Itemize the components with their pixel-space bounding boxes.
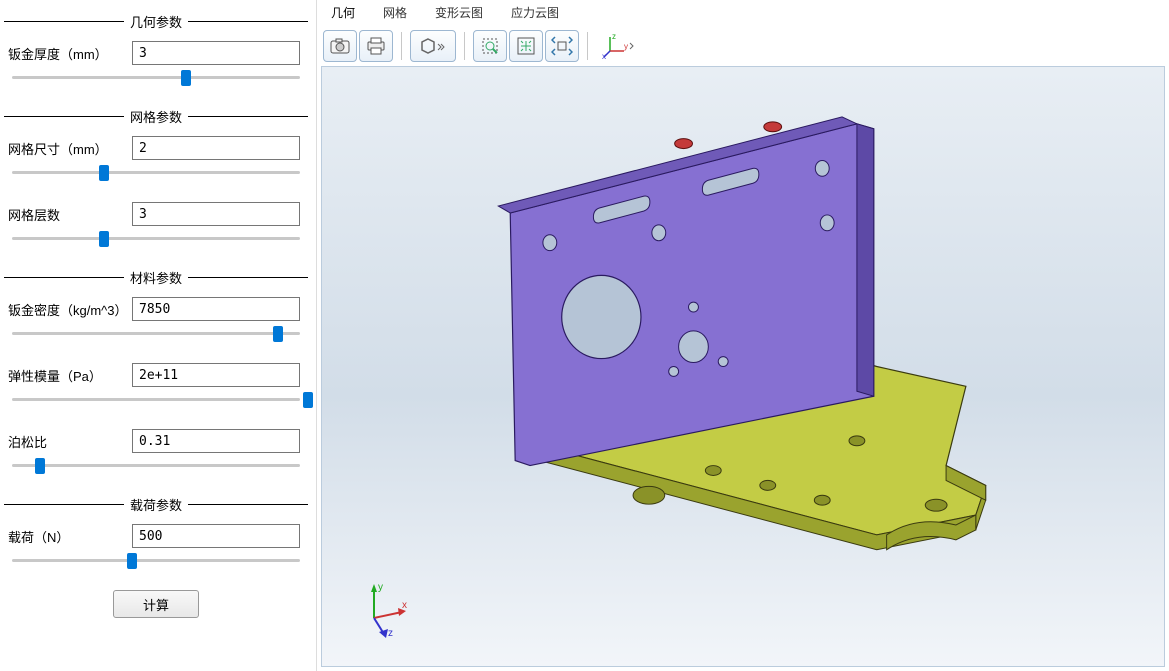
input-density[interactable] <box>132 297 300 321</box>
axis-triad-icon: z y x <box>602 33 636 59</box>
view-mode-button[interactable] <box>410 30 456 62</box>
3d-viewport[interactable]: y x z <box>321 66 1165 667</box>
zoom-window-button[interactable] <box>473 30 507 62</box>
calculate-button[interactable]: 计算 <box>113 590 199 618</box>
tab-stress[interactable]: 应力云图 <box>497 0 573 26</box>
tab-deform[interactable]: 变形云图 <box>421 0 497 26</box>
label-poisson: 泊松比 <box>4 432 132 451</box>
axis-gizmo: y x z <box>354 578 414 638</box>
slider-mesh-size[interactable] <box>4 162 308 184</box>
section-title-mesh: 网格参数 <box>124 107 188 126</box>
slider-youngs[interactable] <box>4 389 308 411</box>
svg-text:x: x <box>402 600 407 611</box>
print-button[interactable] <box>359 30 393 62</box>
tab-mesh[interactable]: 网格 <box>369 0 421 26</box>
slider-mesh-layers[interactable] <box>4 228 308 250</box>
input-poisson[interactable] <box>132 429 300 453</box>
label-load: 载荷（N） <box>4 527 132 546</box>
screenshot-button[interactable] <box>323 30 357 62</box>
viewer-toolbar: z y x <box>317 26 1169 66</box>
slider-density[interactable] <box>4 323 308 345</box>
fit-view-button[interactable] <box>509 30 543 62</box>
svg-text:z: z <box>388 628 393 638</box>
view-tabs: 几何 网格 变形云图 应力云图 <box>317 0 1169 26</box>
section-header-geometry: 几何参数 <box>4 12 308 31</box>
svg-text:y: y <box>624 42 628 51</box>
zoom-extents-button[interactable] <box>545 30 579 62</box>
svg-text:x: x <box>602 52 606 59</box>
parameters-panel: 几何参数 钣金厚度（mm） 网格参数 网格尺寸（mm） 网格层数 材料参 <box>0 0 316 671</box>
input-mesh-layers[interactable] <box>132 202 300 226</box>
svg-text:y: y <box>378 582 383 593</box>
section-header-material: 材料参数 <box>4 268 308 287</box>
slider-poisson[interactable] <box>4 455 308 477</box>
label-youngs: 弹性模量（Pa） <box>4 366 132 385</box>
section-title-geometry: 几何参数 <box>124 12 188 31</box>
zoom-window-icon <box>480 36 500 56</box>
hexagon-icon <box>419 37 447 55</box>
zoom-extents-icon <box>551 35 573 57</box>
viewer-panel: 几何 网格 变形云图 应力云图 <box>316 0 1169 671</box>
model-view <box>322 67 1164 666</box>
input-mesh-size[interactable] <box>132 136 300 160</box>
section-title-load: 载荷参数 <box>124 495 188 514</box>
slider-load[interactable] <box>4 550 308 572</box>
svg-text:z: z <box>612 33 616 41</box>
label-mesh-size: 网格尺寸（mm） <box>4 139 132 158</box>
fit-view-icon <box>516 36 536 56</box>
input-load[interactable] <box>132 524 300 548</box>
label-thickness: 钣金厚度（mm） <box>4 44 132 63</box>
input-youngs[interactable] <box>132 363 300 387</box>
axis-orientation-button[interactable]: z y x <box>596 30 642 62</box>
camera-icon <box>330 38 350 54</box>
label-density: 钣金密度（kg/m^3） <box>4 300 132 319</box>
section-header-load: 载荷参数 <box>4 495 308 514</box>
label-mesh-layers: 网格层数 <box>4 205 132 224</box>
section-title-material: 材料参数 <box>124 268 188 287</box>
printer-icon <box>366 37 386 55</box>
tab-geometry[interactable]: 几何 <box>317 0 369 26</box>
input-thickness[interactable] <box>132 41 300 65</box>
slider-thickness[interactable] <box>4 67 308 89</box>
section-header-mesh: 网格参数 <box>4 107 308 126</box>
